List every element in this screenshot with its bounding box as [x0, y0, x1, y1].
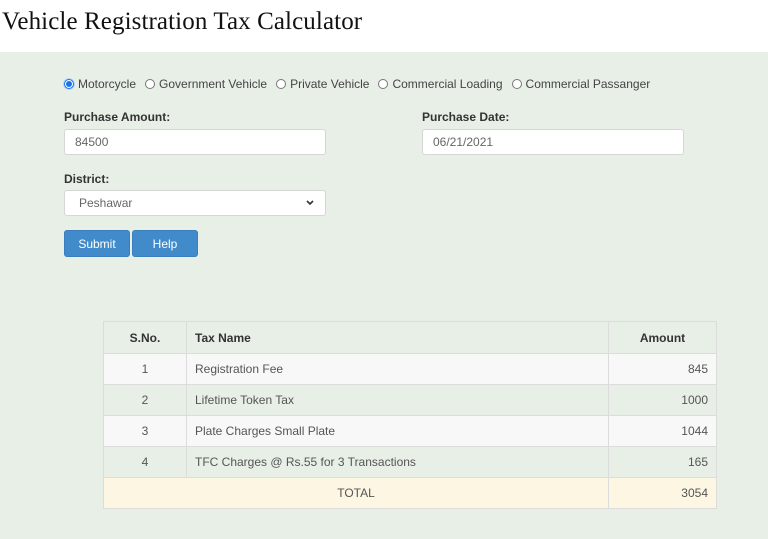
radio-government-vehicle[interactable]: Government Vehicle: [145, 77, 267, 91]
cell-amount: 165: [608, 446, 717, 478]
purchase-amount-input[interactable]: 84500: [64, 129, 326, 155]
purchase-amount-label: Purchase Amount:: [64, 110, 171, 124]
table-row: 2 Lifetime Token Tax 1000: [103, 384, 717, 416]
cell-tax-name: Plate Charges Small Plate: [186, 415, 609, 447]
help-button[interactable]: Help: [132, 230, 198, 257]
submit-button[interactable]: Submit: [64, 230, 130, 257]
cell-amount: 1044: [608, 415, 717, 447]
tax-table: S.No. Tax Name Amount 1 Registration Fee…: [103, 321, 717, 509]
chevron-down-icon: [306, 200, 314, 206]
total-amount: 3054: [608, 477, 717, 509]
radio-unchecked-icon[interactable]: [511, 79, 522, 89]
radio-unchecked-icon[interactable]: [378, 79, 389, 89]
total-row: TOTAL 3054: [103, 477, 717, 509]
cell-sno: 1: [103, 353, 187, 385]
cell-sno: 4: [103, 446, 187, 478]
column-header-tax-name: Tax Name: [186, 321, 609, 354]
vehicle-type-radio-group: Motorcycle Government Vehicle Private Ve…: [64, 77, 659, 91]
table-row: 3 Plate Charges Small Plate 1044: [103, 415, 717, 447]
cell-amount: 845: [608, 353, 717, 385]
purchase-date-label: Purchase Date:: [422, 110, 510, 124]
radio-commercial-passanger[interactable]: Commercial Passanger: [511, 77, 651, 91]
page-title: Vehicle Registration Tax Calculator: [2, 8, 363, 35]
district-selected-value: Peshawar: [79, 196, 133, 210]
radio-commercial-loading[interactable]: Commercial Loading: [378, 77, 503, 91]
radio-label: Government Vehicle: [159, 77, 268, 91]
table-row: 1 Registration Fee 845: [103, 353, 717, 385]
table-row: 4 TFC Charges @ Rs.55 for 3 Transactions…: [103, 446, 717, 478]
cell-tax-name: TFC Charges @ Rs.55 for 3 Transactions: [186, 446, 609, 478]
radio-motorcycle[interactable]: Motorcycle: [64, 77, 136, 91]
radio-unchecked-icon[interactable]: [276, 79, 287, 89]
radio-label: Commercial Passanger: [525, 77, 651, 91]
radio-checked-icon[interactable]: [64, 79, 74, 89]
district-select[interactable]: Peshawar: [64, 190, 326, 216]
purchase-date-input[interactable]: 06/21/2021: [422, 129, 684, 155]
radio-private-vehicle[interactable]: Private Vehicle: [276, 77, 369, 91]
total-label: TOTAL: [103, 477, 609, 509]
cell-tax-name: Registration Fee: [186, 353, 609, 385]
cell-sno: 3: [103, 415, 187, 447]
column-header-amount: Amount: [608, 321, 717, 354]
cell-amount: 1000: [608, 384, 717, 416]
cell-sno: 2: [103, 384, 187, 416]
column-header-sno: S.No.: [103, 321, 187, 354]
table-header-row: S.No. Tax Name Amount: [103, 321, 717, 354]
radio-label: Commercial Loading: [392, 77, 503, 91]
cell-tax-name: Lifetime Token Tax: [186, 384, 609, 416]
radio-label: Private Vehicle: [290, 77, 370, 91]
radio-unchecked-icon[interactable]: [145, 79, 156, 89]
radio-label: Motorcycle: [78, 77, 137, 91]
district-label: District:: [64, 172, 110, 186]
